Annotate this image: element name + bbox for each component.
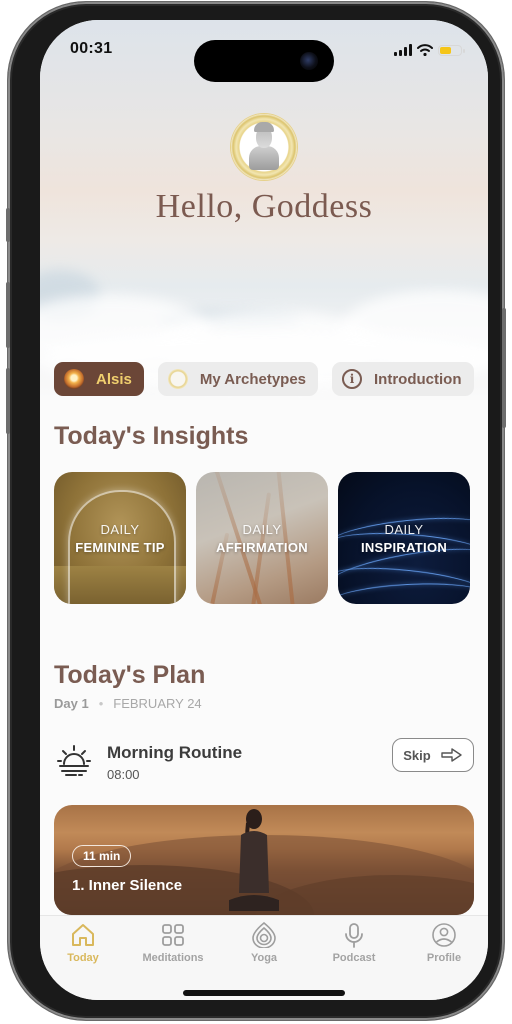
card-affirmation[interactable]: DAILY AFFIRMATION — [196, 472, 328, 604]
tab-yoga[interactable]: Yoga — [219, 922, 309, 964]
insight-cards: DAILY FEMININE TIP DAILY AFFIRMATION DAI… — [54, 472, 470, 604]
camera-icon — [300, 52, 318, 70]
session-title: 1. Inner Silence — [72, 877, 183, 894]
meditating-person-image — [229, 809, 279, 911]
chip-alsis[interactable]: Alsis — [54, 362, 144, 396]
status-time: 00:31 — [70, 40, 113, 57]
card-line2: INSPIRATION — [360, 539, 448, 555]
card-line1: DAILY — [384, 521, 424, 537]
morning-routine-row[interactable]: Morning Routine 08:00 Skip — [54, 738, 474, 788]
status-indicators — [394, 44, 465, 56]
home-indicator[interactable] — [183, 990, 345, 996]
profile-icon — [432, 923, 456, 947]
greeting-title: Hello, Goddess — [155, 188, 373, 225]
arrow-right-icon — [441, 748, 462, 762]
chip-label: Alsis — [96, 370, 132, 388]
skip-button[interactable]: Skip — [392, 738, 474, 772]
app-screen: 00:31 Hello, Goddess Alsis My Archetypes… — [40, 20, 488, 1000]
chip-row: Alsis My Archetypes i Introduction — [54, 362, 474, 396]
card-line2: AFFIRMATION — [216, 539, 308, 555]
phone-frame: 00:31 Hello, Goddess Alsis My Archetypes… — [6, 2, 506, 1020]
card-line2: FEMININE TIP — [75, 539, 165, 555]
action-button — [6, 208, 10, 242]
tab-label: Today — [67, 952, 99, 964]
home-icon — [72, 924, 94, 946]
tab-label: Podcast — [332, 952, 376, 964]
card-inspiration[interactable]: DAILY INSPIRATION — [338, 472, 470, 604]
power-button — [502, 308, 506, 428]
duration-badge: 11 min — [72, 845, 132, 867]
plan-day: Day 1 — [54, 696, 89, 711]
microphone-icon — [345, 923, 363, 948]
chip-introduction[interactable]: i Introduction — [332, 362, 474, 396]
routine-time: 08:00 — [107, 767, 140, 782]
volume-down-button — [6, 368, 10, 434]
wifi-icon — [417, 44, 433, 56]
tab-label: Yoga — [250, 952, 278, 964]
tab-profile[interactable]: Profile — [399, 922, 488, 964]
tab-label: Profile — [426, 952, 462, 964]
session-card-inner-silence[interactable]: 11 min 1. Inner Silence — [54, 805, 474, 915]
battery-icon — [438, 44, 465, 56]
plan-subtitle: Day 1 • FEBRUARY 24 — [54, 696, 202, 711]
goddess-avatar[interactable] — [231, 114, 297, 180]
sunrise-icon — [57, 745, 91, 776]
drop-rings-icon — [252, 922, 276, 948]
alsis-avatar-icon — [64, 369, 84, 389]
volume-up-button — [6, 282, 10, 348]
card-feminine-tip[interactable]: DAILY FEMININE TIP — [54, 472, 186, 604]
tab-podcast[interactable]: Podcast — [309, 922, 399, 964]
insights-title: Today's Insights — [54, 422, 249, 450]
dynamic-island — [194, 40, 334, 82]
tab-meditations[interactable]: Meditations — [128, 922, 218, 964]
grid-icon — [162, 924, 184, 946]
card-line1: DAILY — [100, 521, 140, 537]
plan-title: Today's Plan — [54, 661, 206, 689]
cellular-signal-icon — [394, 44, 412, 56]
tab-label: Meditations — [142, 952, 204, 964]
plan-date: FEBRUARY 24 — [113, 696, 202, 711]
skip-label: Skip — [403, 747, 431, 763]
chip-label: Introduction — [374, 370, 462, 388]
chip-label: My Archetypes — [199, 370, 307, 388]
archetype-avatar-icon — [167, 369, 188, 389]
routine-title: Morning Routine — [107, 743, 243, 762]
tab-today[interactable]: Today — [40, 922, 128, 964]
chip-my-archetypes[interactable]: My Archetypes — [157, 362, 319, 396]
card-line1: DAILY — [242, 521, 282, 537]
info-icon: i — [342, 369, 363, 389]
tab-bar: Today Meditations Yoga Podcast Profile — [40, 915, 488, 1000]
